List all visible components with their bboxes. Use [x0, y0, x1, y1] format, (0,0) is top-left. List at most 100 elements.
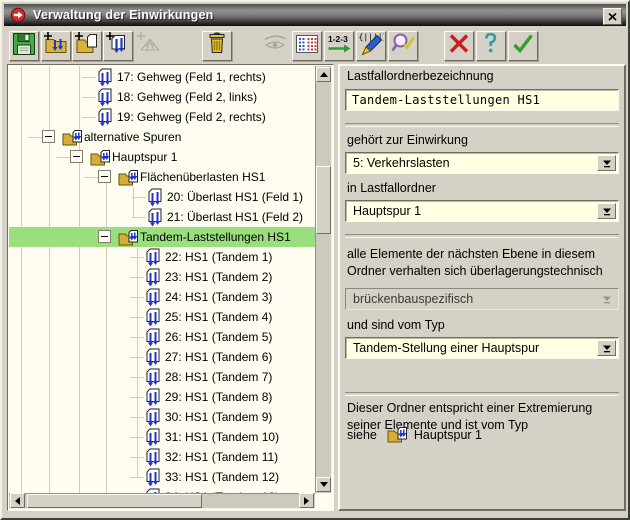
- close-icon: [608, 13, 617, 21]
- lastfallordner-select[interactable]: Hauptspur 1: [345, 200, 619, 222]
- tree-item[interactable]: 33: HS1 (Tandem 12): [9, 467, 315, 487]
- tree-connector-stub: [82, 97, 96, 98]
- tree-connector-stub: [130, 277, 144, 278]
- new-loadcase-button[interactable]: [103, 31, 133, 61]
- renumber-button[interactable]: 1-2-3: [324, 31, 354, 61]
- separator: [345, 392, 619, 396]
- delete-button[interactable]: [202, 31, 232, 61]
- collapse-minus-icon[interactable]: [70, 150, 83, 163]
- tree-item[interactable]: 21: Überlast HS1 (Feld 2): [9, 207, 315, 227]
- tree-connector-stub: [56, 157, 70, 158]
- horizontal-scrollbar-thumb[interactable]: [27, 494, 202, 508]
- folder-icon: [90, 148, 111, 168]
- cancel-button[interactable]: [444, 31, 474, 61]
- arrow-left-icon: [15, 497, 20, 505]
- folder-icon: [118, 168, 139, 188]
- save-button[interactable]: [9, 31, 39, 61]
- new-extreme-folder-button: [134, 31, 164, 61]
- help-button[interactable]: [476, 31, 506, 61]
- ok-button[interactable]: [508, 31, 538, 61]
- tree-item-label: 27: HS1 (Tandem 6): [165, 347, 272, 367]
- dropdown-button[interactable]: [597, 203, 616, 219]
- extreme-add-icon: [136, 31, 162, 62]
- vertical-scrollbar[interactable]: [315, 66, 332, 493]
- loadcase-icon: [96, 108, 114, 128]
- tree-item[interactable]: 19: Gehweg (Feld 2, rechts): [9, 107, 315, 127]
- table-button[interactable]: [292, 31, 322, 61]
- tree-item[interactable]: 32: HS1 (Tandem 11): [9, 447, 315, 467]
- dropdown-button[interactable]: [597, 340, 616, 356]
- typ-label: und sind vom Typ: [347, 318, 445, 332]
- tree-item-label: 32: HS1 (Tandem 11): [165, 447, 278, 467]
- scroll-down-button[interactable]: [316, 477, 331, 492]
- siehe-reference: siehe Hauptspur 1: [347, 426, 482, 444]
- folder-icon: [118, 228, 139, 248]
- tree-item-label: 21: Überlast HS1 (Feld 2): [167, 207, 303, 227]
- tree-item[interactable]: Hauptspur 1: [9, 147, 315, 167]
- titlebar[interactable]: Verwaltung der Einwirkungen: [4, 4, 626, 26]
- tree-item[interactable]: 28: HS1 (Tandem 7): [9, 367, 315, 387]
- tree-item[interactable]: 31: HS1 (Tandem 10): [9, 427, 315, 447]
- typ-select[interactable]: Tandem-Stellung einer Hauptspur: [345, 337, 619, 359]
- tree-connector-stub: [130, 357, 144, 358]
- close-button[interactable]: [603, 8, 622, 25]
- loadcase-icon: [146, 188, 164, 208]
- tree-item[interactable]: alternative Spuren: [9, 127, 315, 147]
- dropdown-button[interactable]: [597, 155, 616, 171]
- tree-item[interactable]: 23: HS1 (Tandem 2): [9, 267, 315, 287]
- folder-add-icon: [43, 31, 69, 62]
- loadcase-icon: [144, 388, 162, 408]
- loadcase-icon: [144, 328, 162, 348]
- tree-item-label: 24: HS1 (Tandem 3): [165, 287, 272, 307]
- trash-icon: [204, 31, 230, 62]
- rename-button[interactable]: {||||}: [356, 31, 386, 61]
- tree-item[interactable]: 29: HS1 (Tandem 8): [9, 387, 315, 407]
- name-label: Lastfallordnerbezeichnung: [347, 69, 494, 83]
- loadcase-add-icon: [105, 31, 131, 62]
- vertical-scrollbar-thumb[interactable]: [316, 166, 331, 234]
- tree-connector-stub: [130, 337, 144, 338]
- chevron-down-icon: [602, 159, 612, 168]
- save-icon: [11, 31, 37, 62]
- collapse-minus-icon[interactable]: [98, 230, 111, 243]
- tree-item[interactable]: Flächenüberlasten HS1: [9, 167, 315, 187]
- cancel-icon: [446, 31, 472, 62]
- loadcase-tree: 17: Gehweg (Feld 1, rechts)18: Gehweg (F…: [9, 66, 315, 493]
- dropdown-button: [597, 291, 616, 307]
- name-input[interactable]: [345, 89, 619, 111]
- copy-folder-button[interactable]: [72, 31, 102, 61]
- tree-item[interactable]: 27: HS1 (Tandem 6): [9, 347, 315, 367]
- tree-item[interactable]: 30: HS1 (Tandem 9): [9, 407, 315, 427]
- tree-item[interactable]: Tandem-Laststellungen HS1: [9, 227, 315, 247]
- typ-value: Tandem-Stellung einer Hauptspur: [353, 338, 539, 358]
- tree-item[interactable]: 20: Überlast HS1 (Feld 1): [9, 187, 315, 207]
- loadcase-icon: [96, 88, 114, 108]
- chevron-down-icon: [602, 207, 612, 216]
- einwirkung-select[interactable]: 5: Verkehrslasten: [345, 152, 619, 174]
- chevron-down-icon: [602, 295, 612, 304]
- loadcase-icon: [144, 448, 162, 468]
- collapse-minus-icon[interactable]: [98, 170, 111, 183]
- tree-item[interactable]: 34: HS1 (Tandem 13): [9, 487, 315, 493]
- scroll-left-button[interactable]: [10, 493, 25, 508]
- scroll-up-button[interactable]: [316, 67, 331, 82]
- tree-item[interactable]: 24: HS1 (Tandem 3): [9, 287, 315, 307]
- tree-connector-stub: [130, 297, 144, 298]
- tree-item[interactable]: 18: Gehweg (Feld 2, links): [9, 87, 315, 107]
- check-search-button[interactable]: [388, 31, 418, 61]
- tree-item[interactable]: 22: HS1 (Tandem 1): [9, 247, 315, 267]
- tree-connector-stub: [82, 77, 96, 78]
- behavior-select: brückenbauspezifisch: [345, 288, 619, 310]
- loadcase-icon: [144, 488, 162, 493]
- scroll-right-button[interactable]: [299, 493, 314, 508]
- svg-text:1-2-3: 1-2-3: [328, 34, 348, 44]
- tree-item[interactable]: 25: HS1 (Tandem 4): [9, 307, 315, 327]
- einwirkung-value: 5: Verkehrslasten: [353, 153, 450, 173]
- tree-item[interactable]: 17: Gehweg (Feld 1, rechts): [9, 67, 315, 87]
- horizontal-scrollbar[interactable]: [9, 493, 315, 509]
- new-loadcase-folder-button[interactable]: [41, 31, 71, 61]
- loadcase-icon: [144, 408, 162, 428]
- tree-item[interactable]: 26: HS1 (Tandem 5): [9, 327, 315, 347]
- tree-item-label: 18: Gehweg (Feld 2, links): [117, 87, 257, 107]
- collapse-minus-icon[interactable]: [42, 130, 55, 143]
